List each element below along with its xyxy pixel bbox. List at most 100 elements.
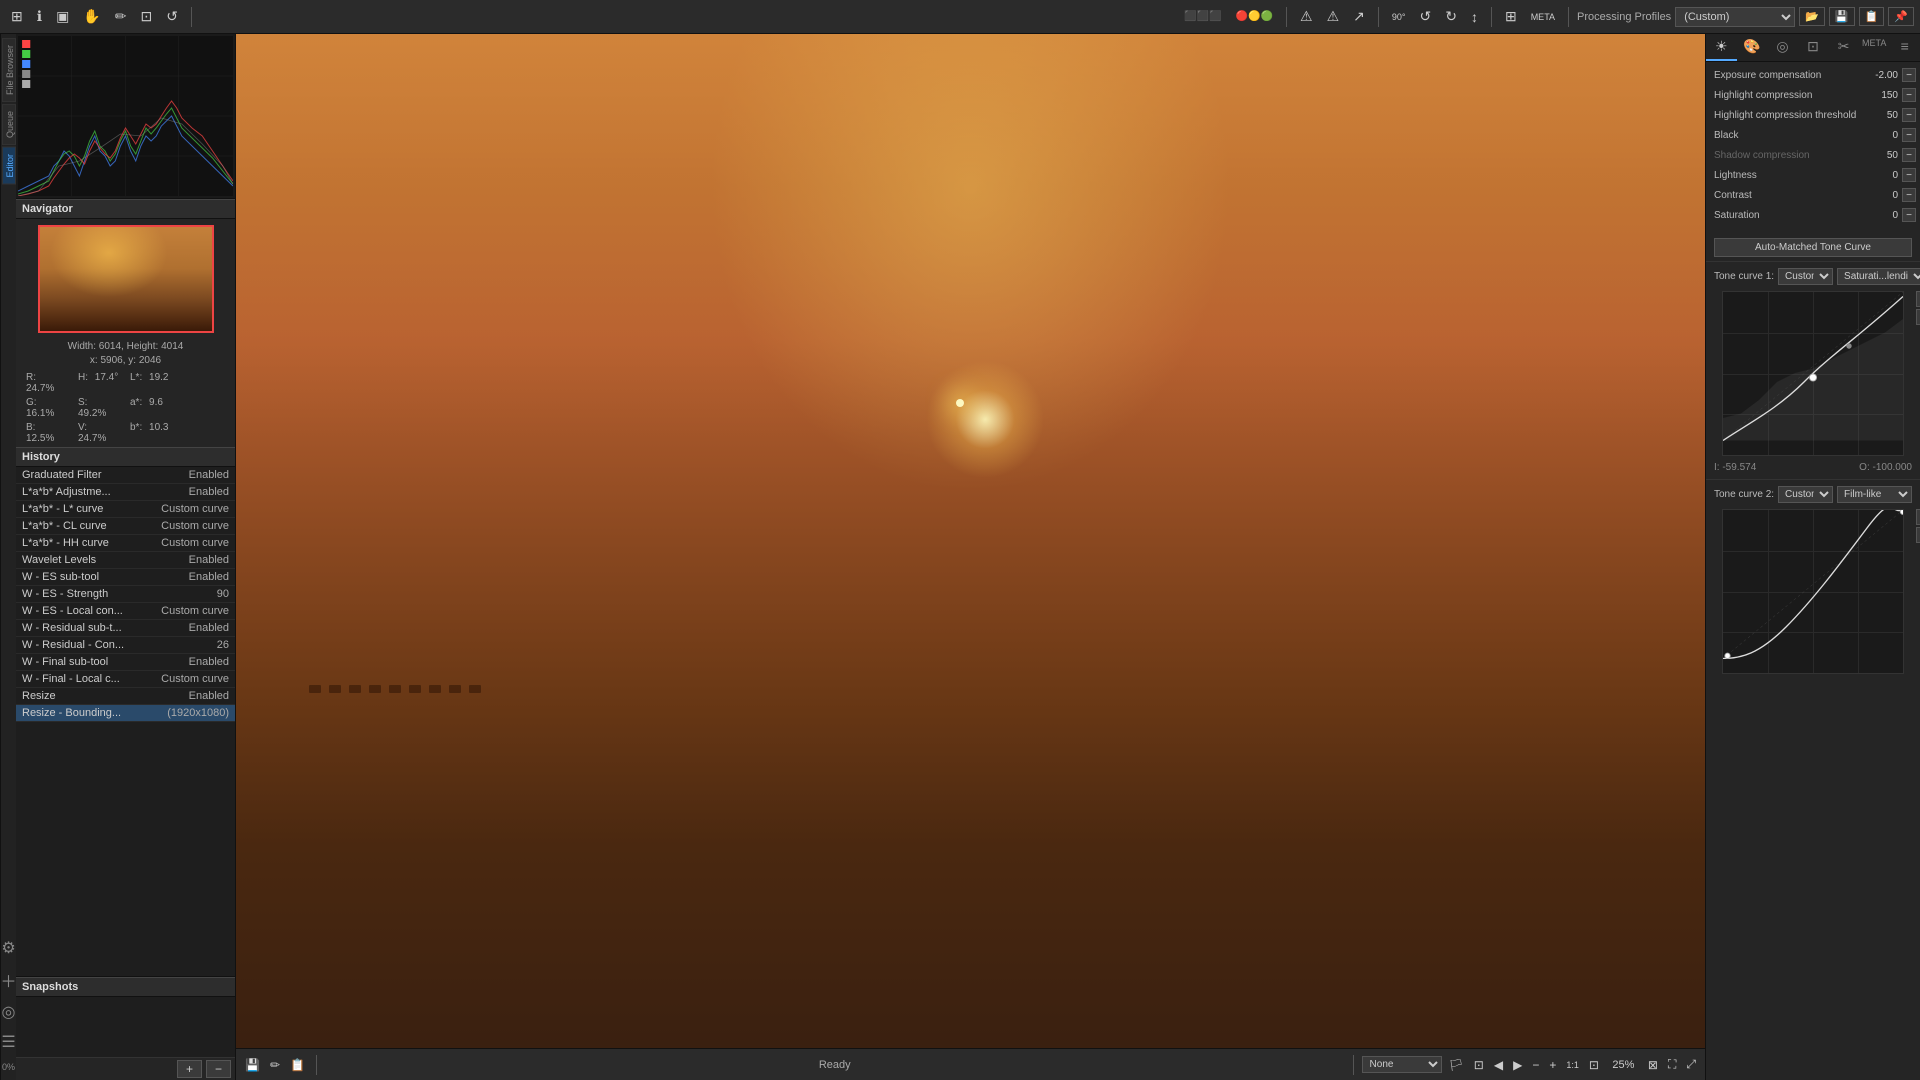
profile-paste-btn[interactable]: 📌 xyxy=(1888,7,1914,26)
zoom-right-btn[interactable]: ▶ xyxy=(1510,1056,1525,1074)
auto-tone-btn[interactable]: Auto-Matched Tone Curve xyxy=(1714,238,1912,257)
profile-save-btn[interactable]: 💾 xyxy=(1829,7,1855,26)
tc1-copy-btn[interactable]: ⊕ xyxy=(1916,309,1920,325)
tc2-type-select[interactable]: Custom Linear xyxy=(1778,486,1833,503)
zoom-out-btn[interactable]: − xyxy=(1529,1056,1542,1074)
toolbar-rotate-btn[interactable]: ↺ xyxy=(161,5,183,28)
right-panel: ☀ 🎨 ◎ ⊡ ✂ META ≡ Exposure compensation -… xyxy=(1705,34,1920,1080)
slider-minus-7[interactable]: − xyxy=(1902,208,1916,222)
image-viewport[interactable] xyxy=(236,34,1705,1048)
tc1-type-select[interactable]: Custom Linear Parametric xyxy=(1778,268,1833,285)
history-item[interactable]: L*a*b* Adjustme...Enabled xyxy=(16,484,235,501)
toolbar-display-btn[interactable]: ▣ xyxy=(51,5,74,28)
profile-select[interactable]: (Custom) xyxy=(1675,7,1795,27)
toolbar-rot90-btn[interactable]: 90° xyxy=(1387,9,1411,25)
toolbar-expand-btn[interactable]: ⊞ xyxy=(6,5,28,28)
navigator-thumbnail[interactable] xyxy=(38,225,214,333)
toolbar-meta-btn[interactable]: META xyxy=(1526,9,1560,25)
zoom-crop-btn[interactable]: ⊡ xyxy=(1471,1056,1487,1074)
tc2-copy-btn[interactable]: ⊕ xyxy=(1916,527,1920,543)
slider-minus-5[interactable]: − xyxy=(1902,168,1916,182)
rp-tab-transform[interactable]: ⊡ xyxy=(1798,34,1829,61)
slider-minus-2[interactable]: − xyxy=(1902,108,1916,122)
zoom-select-btn[interactable]: ⊠ xyxy=(1645,1056,1661,1074)
history-item[interactable]: Wavelet LevelsEnabled xyxy=(16,552,235,569)
toolbar-color-btn[interactable]: ⬛⬛⬛ xyxy=(1179,8,1226,25)
slider-minus-6[interactable]: − xyxy=(1902,188,1916,202)
slider-label-1: Highlight compression xyxy=(1714,90,1864,101)
history-item[interactable]: W - Final - Local c...Custom curve xyxy=(16,671,235,688)
toolbar-pencil-btn[interactable]: ✏ xyxy=(110,5,132,28)
history-item[interactable]: W - ES - Local con...Custom curve xyxy=(16,603,235,620)
toolbar-crop-btn[interactable]: ⊡ xyxy=(135,5,157,28)
slider-minus-4[interactable]: − xyxy=(1902,148,1916,162)
zoom-100-btn[interactable]: 1:1 xyxy=(1563,1058,1582,1072)
toolbar-fliph-btn[interactable]: ↺ xyxy=(1414,5,1436,28)
slider-minus-1[interactable]: − xyxy=(1902,88,1916,102)
rp-tab-exposure[interactable]: ☀ xyxy=(1706,34,1737,61)
rp-tab-detail[interactable]: ◎ xyxy=(1767,34,1798,61)
sep1 xyxy=(191,7,192,27)
haybale-1 xyxy=(309,685,321,693)
sep2 xyxy=(1286,7,1287,27)
toolbar-dots-btn[interactable]: 🔴🟡🟢 xyxy=(1231,8,1278,25)
status-text: Ready xyxy=(325,1059,1345,1071)
toolbar-flip2-btn[interactable]: ↕ xyxy=(1466,6,1483,28)
slider-minus-0[interactable]: − xyxy=(1902,68,1916,82)
side-tab-queue[interactable]: Queue xyxy=(2,104,16,145)
snapshot-remove-btn[interactable]: − xyxy=(206,1060,231,1078)
tc2-edit-btn[interactable]: ✏ xyxy=(1916,509,1920,525)
zoom-max-btn[interactable]: ⤢ xyxy=(1683,1055,1699,1074)
history-item[interactable]: L*a*b* - L* curveCustom curve xyxy=(16,501,235,518)
tc2-label: Tone curve 2: xyxy=(1714,489,1774,500)
fit-mode-select[interactable]: None xyxy=(1362,1056,1442,1073)
history-item[interactable]: W - Residual sub-t...Enabled xyxy=(16,620,235,637)
zoom-flag-btn[interactable]: 🏳 xyxy=(1446,1056,1467,1074)
snapshot-add-btn[interactable]: + xyxy=(177,1060,202,1078)
main-content: File Browser Queue Editor ⚙ ＋ ◎ ☰ 0% xyxy=(0,34,1920,1080)
toolbar-flipv-btn[interactable]: ↻ xyxy=(1440,5,1462,28)
toolbar-warn1-btn[interactable]: ⚠ xyxy=(1295,5,1318,28)
slider-minus-3[interactable]: − xyxy=(1902,128,1916,142)
history-item[interactable]: W - ES - Strength90 xyxy=(16,586,235,603)
tc2-canvas[interactable] xyxy=(1722,509,1904,674)
slider-label-5: Lightness xyxy=(1714,170,1864,181)
navigator-dimensions: Width: 6014, Height: 4014 xyxy=(16,339,235,354)
side-tab-editor[interactable]: Editor xyxy=(2,147,16,185)
history-item[interactable]: W - Residual - Con...26 xyxy=(16,637,235,654)
history-item[interactable]: W - Final sub-toolEnabled xyxy=(16,654,235,671)
history-item[interactable]: Graduated FilterEnabled xyxy=(16,467,235,484)
history-item[interactable]: L*a*b* - CL curveCustom curve xyxy=(16,518,235,535)
zoom-left-btn[interactable]: ◀ xyxy=(1491,1056,1506,1074)
edit-btn[interactable]: ✏ xyxy=(267,1056,283,1074)
rp-tab-raw[interactable]: ✂ xyxy=(1828,34,1859,61)
history-item[interactable]: ResizeEnabled xyxy=(16,688,235,705)
rp-tab-color[interactable]: 🎨 xyxy=(1737,34,1768,61)
tc2-channel-select[interactable]: Film-like xyxy=(1837,486,1912,503)
profile-copy-btn[interactable]: 📋 xyxy=(1859,7,1885,26)
side-tab-filebrowser[interactable]: File Browser xyxy=(2,38,16,102)
slider-row-1: Highlight compression 150 − + xyxy=(1714,88,1912,102)
toolbar-info-btn[interactable]: ℹ xyxy=(32,5,47,28)
profile-load-btn[interactable]: 📂 xyxy=(1799,7,1825,26)
toolbar-arrow-btn[interactable]: ↗ xyxy=(1348,5,1370,28)
zoom-in-btn[interactable]: + xyxy=(1546,1056,1559,1074)
tc1-channel-select[interactable]: Saturati...lending xyxy=(1837,268,1920,285)
zoom-fit-btn[interactable]: ⊡ xyxy=(1586,1056,1602,1074)
queue-btn[interactable]: 📋 xyxy=(287,1056,308,1074)
history-item[interactable]: W - ES sub-toolEnabled xyxy=(16,569,235,586)
toolbar-hand-btn[interactable]: ✋ xyxy=(78,5,105,28)
tc1-canvas[interactable] xyxy=(1722,291,1904,456)
history-item[interactable]: L*a*b* - HH curveCustom curve xyxy=(16,535,235,552)
history-list[interactable]: Graduated FilterEnabledL*a*b* Adjustme..… xyxy=(16,467,235,976)
tc1-edit-btn[interactable]: ✏ xyxy=(1916,291,1920,307)
history-item[interactable]: Resize - Bounding...(1920x1080) xyxy=(16,705,235,722)
save-btn[interactable]: 💾 xyxy=(242,1056,263,1074)
rp-tab-batch[interactable]: ≡ xyxy=(1889,34,1920,61)
slider-value-0: -2.00 xyxy=(1868,70,1898,81)
rp-tab-meta[interactable]: META xyxy=(1859,34,1890,61)
toolbar-warn2-btn[interactable]: ⚠ xyxy=(1322,5,1345,28)
toolbar-grid-btn[interactable]: ⊞ xyxy=(1500,5,1522,28)
zoom-full-btn[interactable]: ⛶ xyxy=(1665,1055,1679,1074)
sliders-section: Exposure compensation -2.00 − + Highligh… xyxy=(1706,62,1920,234)
